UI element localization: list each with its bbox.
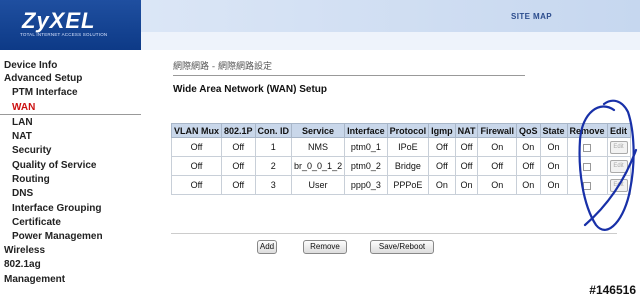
site-map-link[interactable]: SITE MAP (511, 12, 552, 21)
col-header-8021p: 802.1P (221, 123, 256, 138)
sidebar-item-routing[interactable]: Routing (12, 174, 50, 185)
remove-checkbox[interactable] (583, 143, 592, 152)
table-header-row: VLAN Mux 802.1P Con. ID Service Interfac… (171, 123, 631, 138)
cell-protocol: Bridge (386, 156, 430, 176)
sidebar-item-qos[interactable]: Quality of Service (12, 160, 96, 171)
cell-con-id: 3 (254, 175, 293, 195)
bottom-divider (171, 233, 617, 234)
cell-8021p: Off (221, 175, 256, 195)
wan-table: VLAN Mux 802.1P Con. ID Service Interfac… (171, 123, 631, 195)
table-row: Off Off 1 NMS ptm0_1 IPoE Off Off On On … (171, 137, 631, 157)
cell-edit: Edit (606, 175, 631, 195)
edit-button[interactable]: Edit (609, 178, 628, 192)
col-header-firewall: Firewall (477, 123, 517, 138)
edit-button[interactable]: Edit (609, 159, 628, 173)
cell-nat: On (454, 175, 479, 195)
cell-firewall: On (477, 137, 517, 157)
cell-igmp: Off (428, 156, 456, 176)
cell-service: User (291, 175, 346, 195)
cell-igmp: On (428, 175, 456, 195)
edit-button[interactable]: Edit (609, 140, 628, 154)
sidebar-item-management[interactable]: Management (4, 274, 65, 285)
cell-nat: Off (454, 156, 479, 176)
col-header-service: Service (291, 123, 346, 138)
col-header-con-id: Con. ID (254, 123, 293, 138)
cell-remove (566, 156, 608, 176)
cell-state: On (539, 137, 568, 157)
cell-protocol: IPoE (386, 137, 430, 157)
sidebar-item-wan[interactable]: WAN (12, 102, 35, 113)
sidebar-item-device-info[interactable]: Device Info (4, 60, 57, 71)
cell-remove (566, 175, 608, 195)
remove-checkbox[interactable] (583, 162, 592, 171)
table-row: Off Off 3 User ppp0_3 PPPoE On On On On … (171, 175, 631, 195)
header-bar: SITE MAP (141, 0, 640, 32)
add-button[interactable]: Add (257, 240, 277, 254)
cell-state: On (539, 175, 568, 195)
cell-interface: ptm0_2 (344, 156, 388, 176)
cell-qos: On (515, 137, 541, 157)
cell-qos: Off (515, 156, 541, 176)
cell-service: br_0_0_1_2 (291, 156, 346, 176)
logo-tagline: TOTAL INTERNET ACCESS SOLUTION (20, 32, 108, 37)
cell-edit: Edit (606, 137, 631, 157)
cell-vlan-mux: Off (171, 137, 222, 157)
col-header-qos: QoS (515, 123, 541, 138)
cell-edit: Edit (606, 156, 631, 176)
cell-interface: ppp0_3 (344, 175, 388, 195)
sidebar-item-8021ag[interactable]: 802.1ag (4, 259, 41, 270)
sidebar-item-security[interactable]: Security (12, 145, 51, 156)
remove-button[interactable]: Remove (303, 240, 347, 254)
cell-8021p: Off (221, 156, 256, 176)
sidebar-item-lan[interactable]: LAN (12, 117, 33, 128)
cell-interface: ptm0_1 (344, 137, 388, 157)
cell-8021p: Off (221, 137, 256, 157)
cell-service: NMS (291, 137, 346, 157)
cell-state: On (539, 156, 568, 176)
cell-qos: On (515, 175, 541, 195)
sidebar-item-nat[interactable]: NAT (12, 131, 32, 142)
col-header-remove: Remove (566, 123, 608, 138)
sidebar-item-interface-grouping[interactable]: Interface Grouping (12, 203, 101, 214)
main-content: 網際網路 - 網際網路設定 Wide Area Network (WAN) Se… (141, 50, 640, 299)
header-subbar (141, 32, 640, 50)
cell-vlan-mux: Off (171, 156, 222, 176)
cell-nat: Off (454, 137, 479, 157)
col-header-edit: Edit (606, 123, 631, 138)
col-header-igmp: Igmp (428, 123, 456, 138)
cell-remove (566, 137, 608, 157)
cell-con-id: 2 (254, 156, 293, 176)
sidebar-item-ptm-interface[interactable]: PTM Interface (12, 87, 78, 98)
breadcrumb: 網際網路 - 網際網路設定 (173, 62, 272, 72)
image-watermark: #146516 (589, 283, 636, 297)
sidebar-item-advanced-setup[interactable]: Advanced Setup (4, 73, 82, 84)
sidebar-nav: Device Info Advanced Setup PTM Interface… (0, 56, 141, 296)
cell-con-id: 1 (254, 137, 293, 157)
breadcrumb-divider (173, 75, 525, 76)
header: ZyXEL TOTAL INTERNET ACCESS SOLUTION SIT… (0, 0, 640, 50)
sidebar-item-wireless[interactable]: Wireless (4, 245, 45, 256)
col-header-vlan-mux: VLAN Mux (171, 123, 222, 138)
col-header-nat: NAT (454, 123, 479, 138)
table-row: Off Off 2 br_0_0_1_2 ptm0_2 Bridge Off O… (171, 156, 631, 176)
zyxel-logo: ZyXEL TOTAL INTERNET ACCESS SOLUTION (0, 0, 141, 50)
col-header-interface: Interface (344, 123, 388, 138)
col-header-protocol: Protocol (386, 123, 430, 138)
active-item-divider (0, 114, 141, 115)
sidebar-item-dns[interactable]: DNS (12, 188, 33, 199)
cell-igmp: Off (428, 137, 456, 157)
cell-firewall: On (477, 175, 517, 195)
cell-protocol: PPPoE (386, 175, 430, 195)
remove-checkbox[interactable] (583, 181, 592, 190)
cell-firewall: Off (477, 156, 517, 176)
page-title: Wide Area Network (WAN) Setup (173, 84, 327, 95)
save-reboot-button[interactable]: Save/Reboot (370, 240, 434, 254)
cell-vlan-mux: Off (171, 175, 222, 195)
logo-text: ZyXEL (22, 8, 96, 33)
col-header-state: State (539, 123, 568, 138)
sidebar-item-power-management[interactable]: Power Managemen (12, 231, 103, 242)
sidebar-item-certificate[interactable]: Certificate (12, 217, 61, 228)
